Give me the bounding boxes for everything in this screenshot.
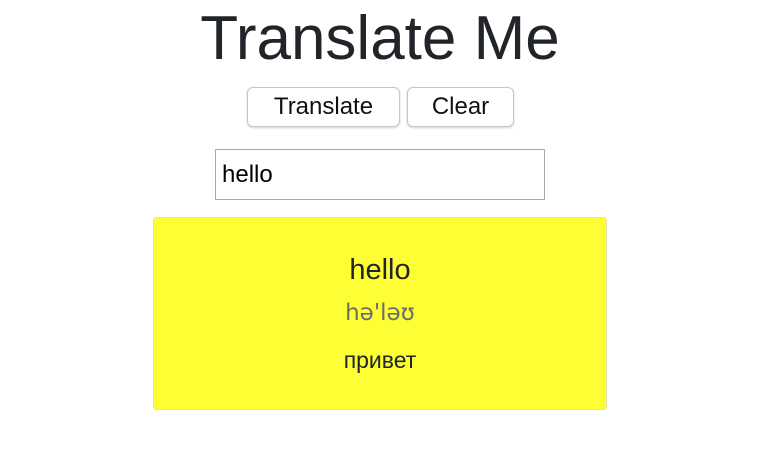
page-title: Translate Me <box>200 4 560 73</box>
clear-button[interactable]: Clear <box>407 87 514 127</box>
transcription: hə'ləʊ <box>345 300 415 326</box>
translated-word: привет <box>343 347 417 373</box>
source-word: hello <box>349 254 411 286</box>
button-row: Translate Clear <box>247 87 514 127</box>
word-input[interactable] <box>215 149 545 200</box>
translation-card: hello hə'ləʊ привет <box>153 217 607 410</box>
translate-button[interactable]: Translate <box>247 87 400 127</box>
